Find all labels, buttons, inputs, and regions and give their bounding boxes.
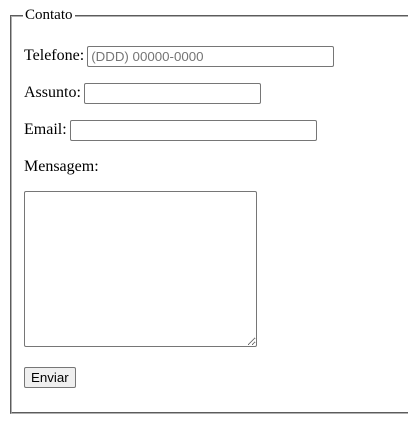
email-label: Email: bbox=[24, 121, 67, 138]
email-input[interactable] bbox=[69, 119, 317, 141]
phone-label: Telefone: bbox=[24, 47, 85, 64]
phone-input[interactable] bbox=[87, 45, 335, 67]
email-row: Email: bbox=[24, 119, 317, 141]
message-row: Mensagem: bbox=[24, 156, 99, 178]
subject-label: Assunto: bbox=[24, 84, 81, 101]
phone-row: Telefone: bbox=[24, 45, 335, 67]
subject-row: Assunto: bbox=[24, 82, 261, 104]
message-textarea[interactable] bbox=[24, 191, 257, 347]
message-label: Mensagem: bbox=[24, 158, 99, 175]
submit-button[interactable]: Enviar bbox=[24, 367, 76, 388]
fieldset-legend: Contato bbox=[23, 6, 75, 24]
subject-input[interactable] bbox=[83, 82, 261, 104]
